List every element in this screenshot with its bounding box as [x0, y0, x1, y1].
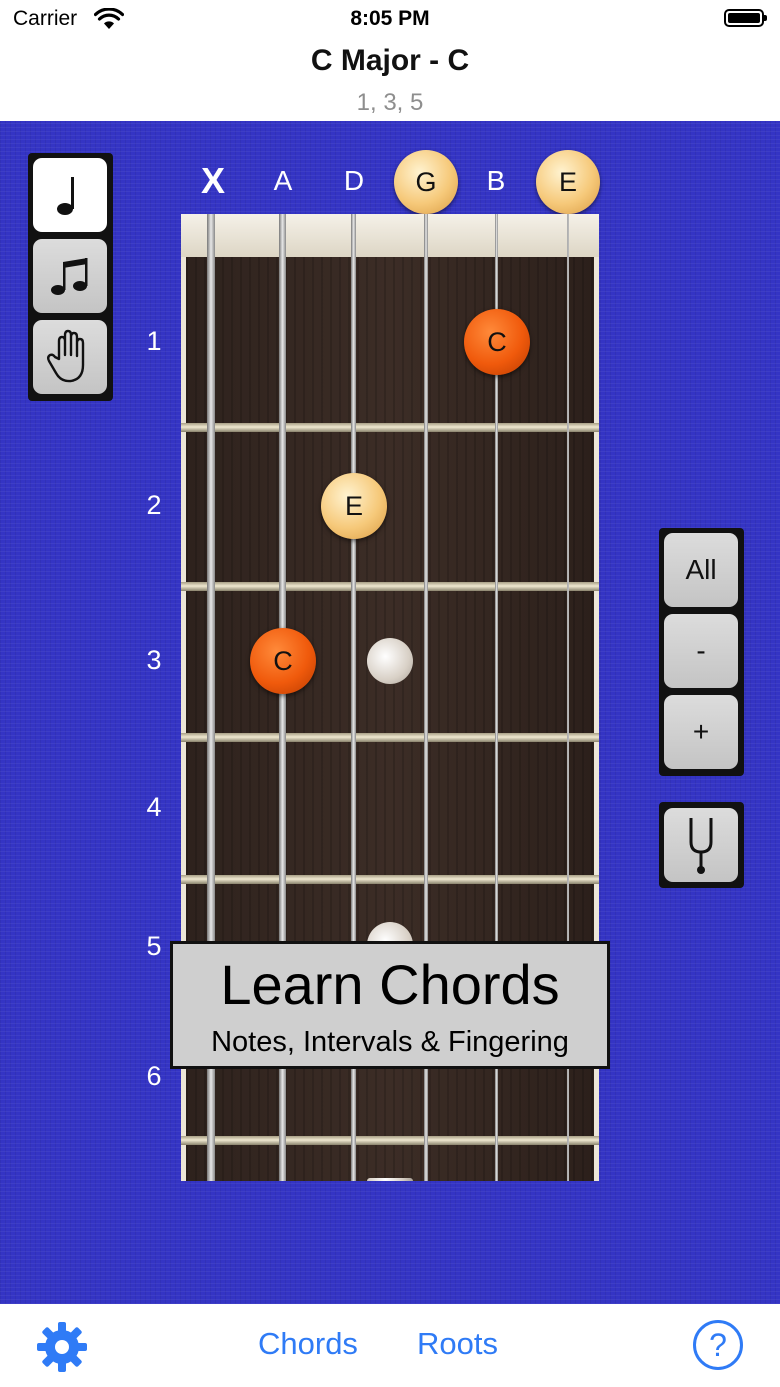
note-dot-c-root[interactable]: C	[250, 628, 316, 694]
nut	[181, 214, 599, 257]
banner-subtitle: Notes, Intervals & Fingering	[211, 1026, 569, 1058]
fret-number: 1	[146, 326, 162, 356]
chord-title: C Major - C	[310, 44, 470, 77]
status-bar: Carrier 8:05 PM	[0, 0, 780, 40]
chords-tab[interactable]: Chords	[258, 1326, 358, 1362]
zoom-out-button[interactable]: -	[664, 614, 738, 688]
bottom-toolbar: Chords Roots ?	[0, 1304, 780, 1387]
fret-wire	[181, 423, 599, 432]
battery-icon	[724, 9, 767, 27]
fret-wire	[181, 733, 599, 742]
learn-chords-banner[interactable]: Learn Chords Notes, Intervals & Fingerin…	[170, 941, 610, 1069]
tuner-button[interactable]	[664, 808, 738, 882]
display-mode-panel	[28, 153, 113, 401]
fret-number: 2	[146, 490, 162, 520]
fret-inlay	[367, 1178, 413, 1181]
fret-wire	[181, 875, 599, 884]
fret-number: 5	[146, 931, 162, 961]
string-label-b[interactable]: B	[471, 165, 521, 197]
muted-string-marker[interactable]: X	[194, 160, 232, 202]
zoom-in-button[interactable]: +	[664, 695, 738, 769]
fret-number: 3	[146, 645, 162, 675]
fingering-mode-button[interactable]	[33, 320, 107, 394]
string-label-d[interactable]: D	[329, 165, 379, 197]
help-icon[interactable]: ?	[693, 1320, 743, 1370]
gear-icon[interactable]	[36, 1321, 88, 1373]
clock: 8:05 PM	[350, 7, 430, 30]
fret-inlay	[367, 638, 413, 684]
single-note-mode-button[interactable]	[33, 158, 107, 232]
note-dot-c-root[interactable]: C	[464, 309, 530, 375]
roots-tab[interactable]: Roots	[417, 1326, 498, 1362]
note-dot-e[interactable]: E	[321, 473, 387, 539]
quarter-note-icon	[57, 177, 74, 215]
chord-notes-mode-button[interactable]	[33, 239, 107, 313]
eighth-notes-icon	[51, 258, 88, 295]
zoom-panel: All - +	[659, 528, 744, 776]
open-note-g[interactable]: G	[394, 150, 458, 214]
banner-title: Learn Chords	[220, 953, 560, 1016]
tuning-fork-icon	[689, 818, 713, 874]
hand-icon	[47, 329, 85, 383]
fret-wire	[181, 1136, 599, 1145]
open-note-e[interactable]: E	[536, 150, 600, 214]
string-label-a[interactable]: A	[258, 165, 308, 197]
chord-intervals: 1, 3, 5	[356, 89, 424, 116]
show-all-button[interactable]: All	[664, 533, 738, 607]
fret-wire	[181, 582, 599, 591]
fret-number: 4	[146, 792, 162, 822]
tuner-panel	[659, 802, 744, 888]
fret-number: 6	[146, 1061, 162, 1091]
